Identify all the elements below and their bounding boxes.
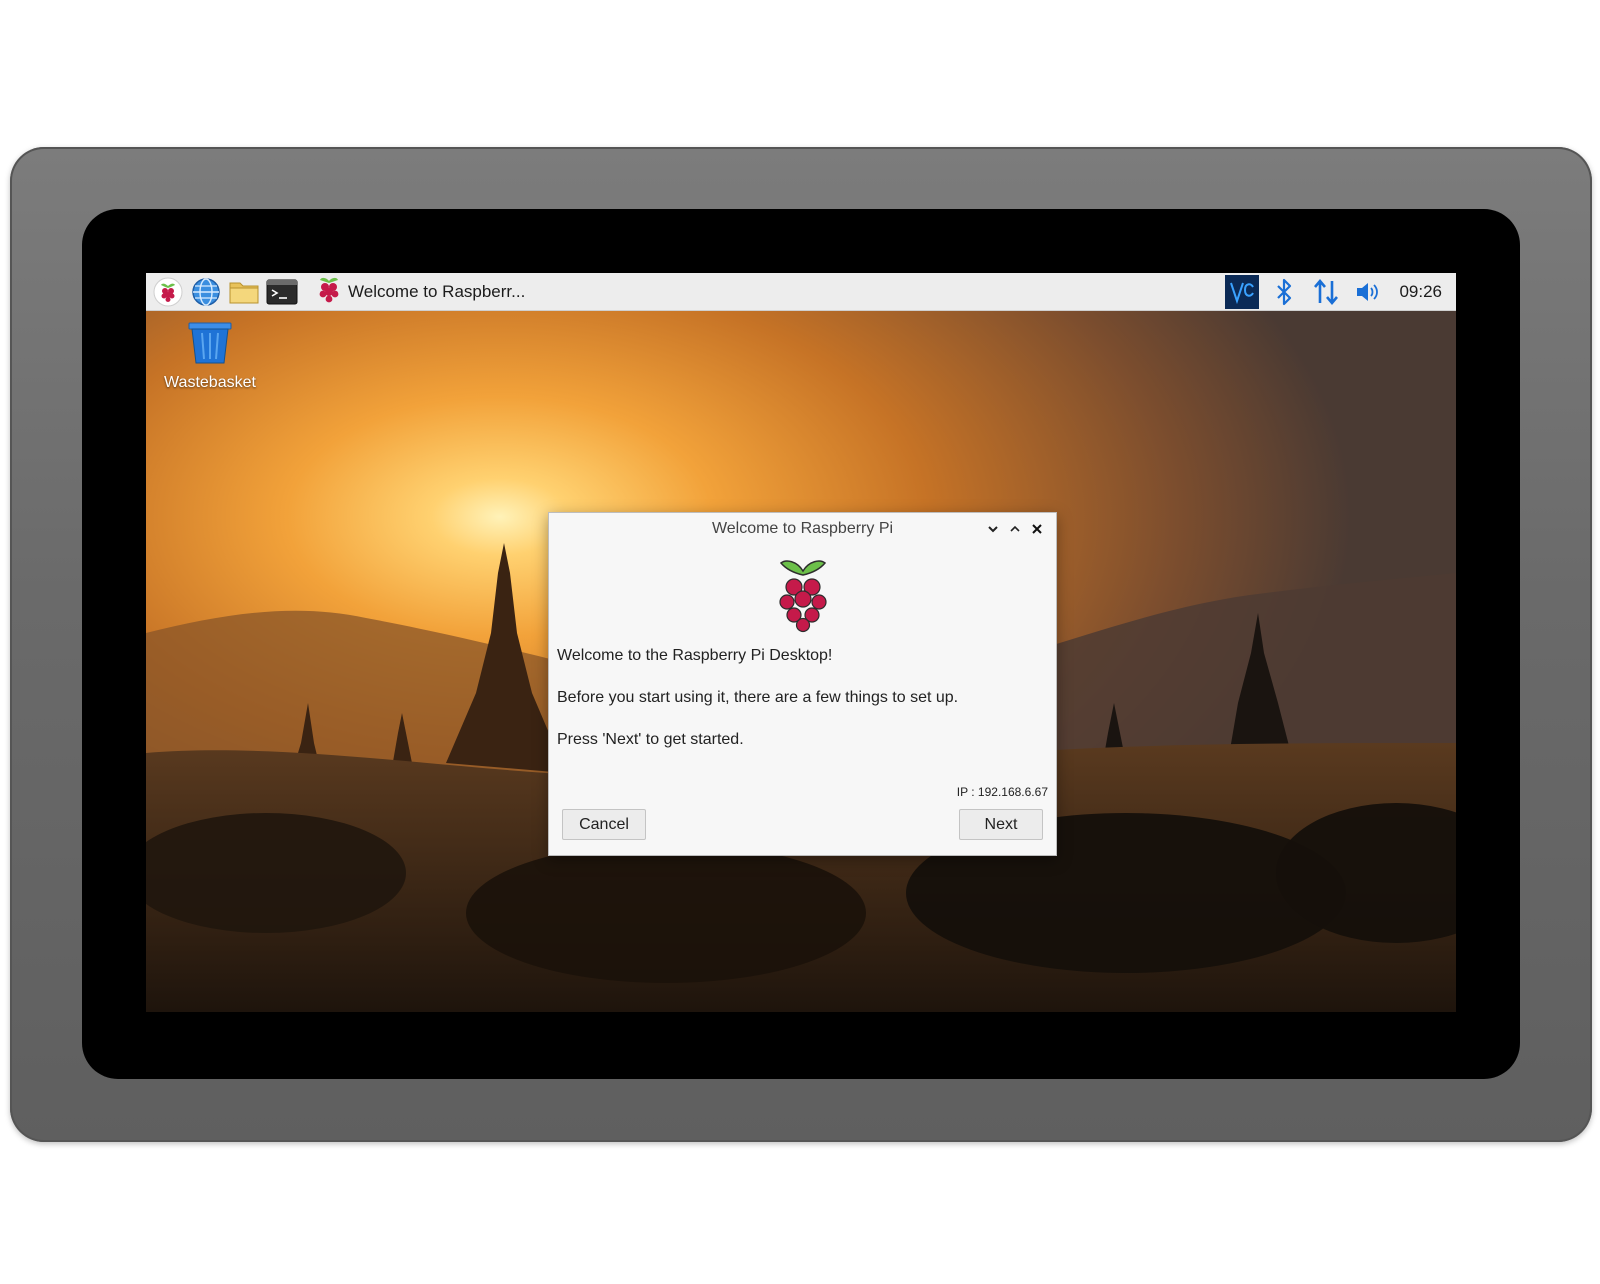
- desktop-screen: Welcome to Raspberr... 09:26 Wastebasket…: [146, 273, 1456, 1012]
- maximize-button[interactable]: [1004, 519, 1026, 539]
- instruction-text: Press 'Next' to get started.: [557, 731, 744, 748]
- raspberry-icon: [316, 274, 342, 309]
- welcome-text: Welcome to the Raspberry Pi Desktop!: [557, 647, 833, 664]
- volume-icon[interactable]: [1351, 275, 1385, 309]
- file-manager-icon[interactable]: [228, 276, 260, 308]
- chevron-up-icon: [1010, 525, 1020, 532]
- setup-text: Before you start using it, there are a f…: [557, 689, 959, 706]
- close-button[interactable]: [1026, 519, 1048, 539]
- dialog-titlebar: Welcome to Raspberry Pi: [549, 513, 1056, 545]
- taskbar-task-welcome[interactable]: Welcome to Raspberr...: [310, 276, 531, 308]
- minimize-button[interactable]: [982, 519, 1004, 539]
- desktop-icon-wastebasket[interactable]: Wastebasket: [158, 321, 262, 392]
- taskbar: Welcome to Raspberr... 09:26: [146, 273, 1456, 311]
- wastebasket-icon: [186, 321, 234, 370]
- raspberry-pi-logo: [549, 555, 1056, 633]
- taskbar-task-label: Welcome to Raspberr...: [348, 281, 526, 301]
- cancel-button[interactable]: Cancel: [562, 809, 646, 840]
- bluetooth-icon[interactable]: [1267, 275, 1301, 309]
- dialog-message: Welcome to the Raspberry Pi Desktop! Bef…: [549, 647, 1056, 749]
- network-icon[interactable]: [1309, 275, 1343, 309]
- close-icon: [1032, 524, 1042, 534]
- raspberry-menu-icon[interactable]: [152, 276, 184, 308]
- terminal-icon[interactable]: [266, 276, 298, 308]
- dialog-title: Welcome to Raspberry Pi: [711, 520, 894, 537]
- chevron-down-icon: [988, 526, 998, 533]
- system-tray: 09:26: [1225, 273, 1456, 310]
- desktop-icon-label: Wastebasket: [164, 374, 256, 391]
- ip-address: IP : 192.168.6.67: [956, 785, 1048, 799]
- web-browser-icon[interactable]: [190, 276, 222, 308]
- vnc-icon[interactable]: [1225, 274, 1260, 309]
- welcome-dialog: Welcome to Raspberry Pi Welcome to the R…: [548, 512, 1057, 856]
- clock[interactable]: 09:26: [1399, 282, 1442, 302]
- next-button[interactable]: Next: [959, 809, 1043, 840]
